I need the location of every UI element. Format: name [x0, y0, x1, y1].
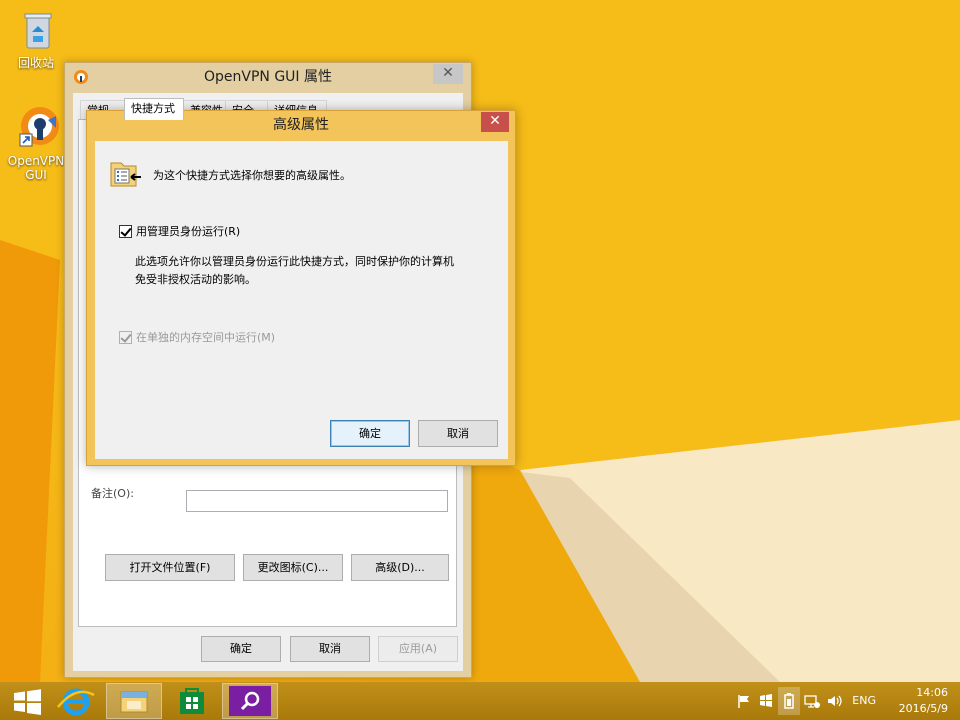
internet-explorer-icon	[57, 688, 95, 716]
input-language-indicator[interactable]: ENG	[852, 694, 876, 720]
dialog-close-button[interactable]: ✕	[481, 112, 509, 132]
checkbox-checked[interactable]	[119, 224, 132, 238]
description-line: 此选项允许你以管理员身份运行此快捷方式，同时保护你的计算机	[135, 255, 454, 268]
power-battery-icon[interactable]	[781, 693, 797, 709]
search-app-button[interactable]	[222, 683, 278, 719]
clock-time: 14:06	[916, 686, 948, 699]
close-icon: ✕	[442, 65, 454, 81]
separate-memory-label: 在单独的内存空间中运行(M)	[136, 331, 276, 344]
internet-explorer-button[interactable]	[48, 683, 104, 719]
separate-memory-checkbox: 在单独的内存空间中运行(M)	[119, 329, 275, 345]
clock[interactable]: 14:06 2016/5/9	[899, 685, 948, 720]
apply-button[interactable]: 应用(A)	[378, 636, 458, 662]
run-as-admin-label: 用管理员身份运行(R)	[136, 225, 241, 238]
tab-shortcut[interactable]: 快捷方式	[124, 98, 184, 120]
comment-label: 备注(O):	[91, 487, 134, 500]
advanced-properties-dialog: 高级属性 ✕ 为这个快捷方式选择你想要的高级属性。 用管理员身份运行(R) 此选…	[86, 110, 516, 466]
dialog-header-text: 为这个快捷方式选择你想要的高级属性。	[153, 169, 351, 182]
ok-button[interactable]: 确定	[201, 636, 281, 662]
open-file-location-button[interactable]: 打开文件位置(F)	[105, 554, 235, 581]
file-explorer-button[interactable]	[106, 683, 162, 719]
close-icon: ✕	[489, 113, 501, 129]
dialog-cancel-button[interactable]: 取消	[418, 420, 498, 447]
file-explorer-icon	[120, 691, 148, 713]
cancel-button[interactable]: 取消	[290, 636, 370, 662]
advanced-dialog-client-area: 为这个快捷方式选择你想要的高级属性。 用管理员身份运行(R) 此选项允许你以管理…	[95, 141, 508, 459]
change-icon-button[interactable]: 更改图标(C)...	[243, 554, 343, 581]
checkbox-checked-disabled	[119, 330, 132, 344]
flag-icon[interactable]	[736, 693, 752, 709]
store-icon	[180, 688, 204, 714]
advanced-button[interactable]: 高级(D)...	[351, 554, 449, 581]
search-app-icon	[229, 686, 271, 716]
comment-input[interactable]	[186, 490, 448, 512]
close-button[interactable]: ✕	[433, 64, 463, 84]
shortcut-properties-icon	[110, 162, 141, 187]
network-icon[interactable]	[804, 693, 820, 709]
window-title: OpenVPN GUI 属性	[203, 69, 332, 85]
store-button[interactable]	[164, 683, 220, 719]
clock-date: 2016/5/9	[898, 702, 948, 715]
desktop-icon-label: 回收站	[17, 56, 54, 70]
windows-tray-icon[interactable]	[758, 693, 774, 709]
run-as-admin-description: 此选项允许你以管理员身份运行此快捷方式，同时保护你的计算机 免受非授权活动的影响…	[135, 253, 495, 289]
desktop-icon-openvpn[interactable]: OpenVPN GUI	[6, 104, 66, 182]
volume-icon[interactable]	[826, 693, 842, 709]
desktop-icon-label: OpenVPN GUI	[7, 154, 65, 182]
taskbar: ENG 14:06 2016/5/9	[0, 682, 960, 720]
recycle-bin-icon	[12, 6, 60, 54]
run-as-admin-checkbox[interactable]: 用管理员身份运行(R)	[119, 223, 240, 239]
openvpn-shortcut-icon	[12, 104, 60, 152]
dialog-ok-button[interactable]: 确定	[330, 420, 410, 447]
desktop-icon-recycle-bin[interactable]: 回收站	[6, 6, 66, 70]
description-line: 免受非授权活动的影响。	[135, 273, 256, 286]
